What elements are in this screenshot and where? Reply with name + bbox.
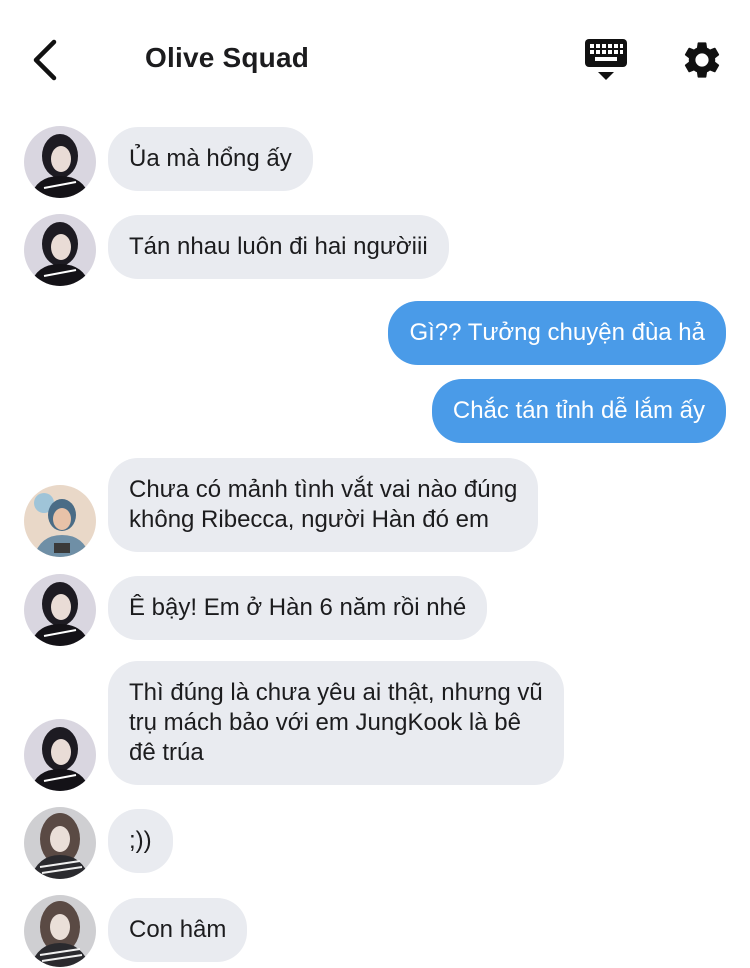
avatar[interactable] bbox=[24, 574, 96, 646]
message-bubble-incoming[interactable]: Tán nhau luôn đi hai ngườiii bbox=[108, 215, 449, 279]
chat-header: Olive Squad bbox=[0, 0, 750, 110]
gear-icon bbox=[684, 42, 720, 78]
avatar[interactable] bbox=[24, 126, 96, 198]
message-bubble-outgoing[interactable]: Gì?? Tưởng chuyện đùa hả bbox=[388, 301, 726, 365]
chevron-left-icon bbox=[33, 39, 57, 81]
message-bubble-incoming[interactable]: Thì đúng là chưa yêu ai thật, nhưng vũ t… bbox=[108, 661, 564, 785]
avatar[interactable] bbox=[24, 895, 96, 967]
avatar[interactable] bbox=[24, 719, 96, 791]
message-bubble-incoming[interactable]: Ê bậy! Em ở Hàn 6 năm rồi nhé bbox=[108, 576, 488, 640]
avatar[interactable] bbox=[24, 485, 96, 557]
message-bubble-outgoing[interactable]: Chắc tán tỉnh dễ lắm ấy bbox=[431, 379, 726, 443]
chat-title: Olive Squad bbox=[145, 42, 310, 73]
settings-button[interactable] bbox=[680, 38, 724, 82]
message-bubble-incoming[interactable]: Con hâm bbox=[108, 898, 248, 962]
back-button[interactable] bbox=[28, 36, 64, 84]
avatar[interactable] bbox=[24, 214, 96, 286]
message-bubble-incoming[interactable]: Ủa mà hổng ấy bbox=[108, 127, 313, 191]
keyboard-icon bbox=[585, 39, 627, 80]
avatar[interactable] bbox=[24, 807, 96, 879]
message-bubble-incoming[interactable]: Chưa có mảnh tình vắt vai nào đúng không… bbox=[108, 458, 539, 552]
message-bubble-incoming[interactable]: ;)) bbox=[108, 809, 173, 873]
keyboard-button[interactable] bbox=[584, 38, 628, 84]
